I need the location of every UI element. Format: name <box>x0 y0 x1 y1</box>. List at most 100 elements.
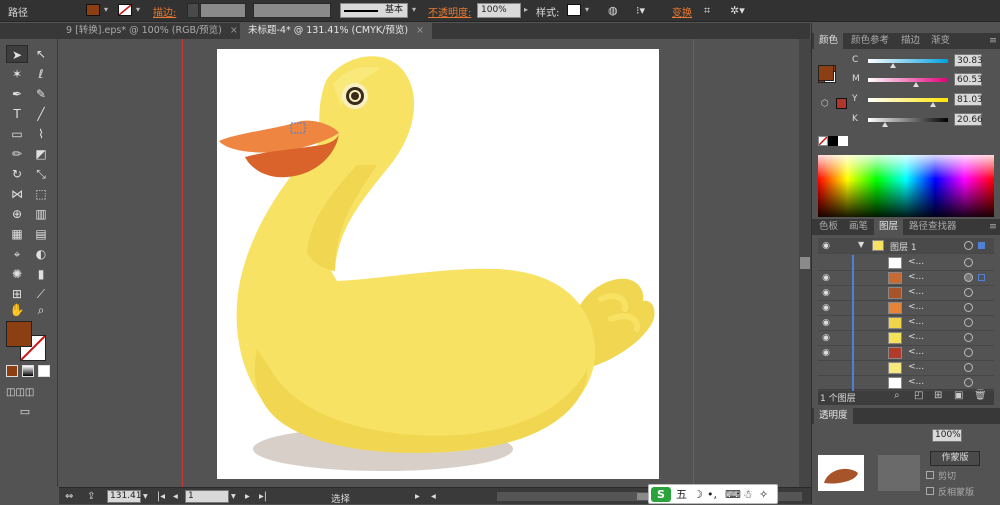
align-icon[interactable]: ⁝▾ <box>636 4 645 17</box>
brush-definition-field[interactable]: 基本 <box>340 3 408 18</box>
scroll-thumb[interactable] <box>800 257 810 269</box>
eye-icon[interactable]: ◉ <box>820 287 832 299</box>
tab-gradient[interactable]: 渐变 <box>926 33 955 49</box>
free-transform-tool-icon[interactable]: ⬚ <box>30 185 52 203</box>
eye-icon[interactable]: ◉ <box>820 302 832 314</box>
make-mask-button[interactable]: 作蒙版 <box>930 451 980 466</box>
eye-icon[interactable] <box>820 362 832 374</box>
color-mode-button[interactable] <box>6 365 18 377</box>
layer-target-icon[interactable] <box>964 318 973 327</box>
new-sublayer-icon[interactable]: ⊞ <box>934 390 942 401</box>
close-icon[interactable]: × <box>416 25 424 36</box>
line-tool-icon[interactable]: ╱ <box>30 105 52 123</box>
white-swatch[interactable] <box>838 136 848 146</box>
export-icon[interactable]: ⇪ <box>87 491 95 502</box>
cyan-slider[interactable] <box>868 59 948 63</box>
layer-target-icon[interactable] <box>964 288 973 297</box>
eraser-tool-icon[interactable]: ◩ <box>30 145 52 163</box>
layer-name[interactable]: <... <box>908 317 924 327</box>
fill-dropdown-icon[interactable]: ▾ <box>102 4 110 16</box>
tab-swatches[interactable]: 色板 <box>814 219 843 235</box>
recolor-icon[interactable]: ◍ <box>608 4 618 17</box>
panel-menu-icon[interactable]: ✲▾ <box>730 4 745 17</box>
tab-color[interactable]: 颜色 <box>814 33 844 49</box>
tools-icon[interactable]: ✧ <box>759 487 768 502</box>
black-swatch[interactable] <box>828 136 838 146</box>
zoom-dropdown-icon[interactable]: ▾ <box>143 491 148 502</box>
status-menu-icon[interactable]: ▸ <box>415 491 420 502</box>
transparency-opacity-field[interactable]: 100% <box>932 429 962 442</box>
tab-pathfinder[interactable]: 路径查找器 <box>904 219 962 235</box>
black-slider[interactable] <box>868 118 948 122</box>
tab-document-1[interactable]: 9 [转换].eps* @ 100% (RGB/预览) × <box>58 23 246 39</box>
clip-mask-icon[interactable]: ◰ <box>914 390 923 401</box>
layer-row[interactable]: <... <box>818 375 994 391</box>
layer-name[interactable]: <... <box>908 362 924 372</box>
layer-target-icon[interactable] <box>964 333 973 342</box>
punct-icon[interactable]: •, <box>707 487 717 502</box>
lasso-tool-icon[interactable]: ℓ <box>30 65 52 83</box>
direct-selection-tool-icon[interactable]: ↖ <box>30 45 52 63</box>
layer-name[interactable]: <... <box>908 257 924 267</box>
screen-mode-icon[interactable]: ▭ <box>14 403 36 421</box>
blend-tool-icon[interactable]: ◐ <box>30 245 52 263</box>
eye-icon[interactable]: ◉ <box>820 240 832 252</box>
mesh-tool-icon[interactable]: ▦ <box>6 225 28 243</box>
rectangle-tool-icon[interactable]: ▭ <box>6 125 28 143</box>
black-value-field[interactable]: 20.66 <box>954 113 983 126</box>
layer-target-icon[interactable] <box>964 303 973 312</box>
new-layer-icon[interactable]: ▣ <box>954 390 963 401</box>
hand-tool-icon[interactable]: ✋ <box>6 301 28 319</box>
pen-tool-icon[interactable]: ✒ <box>6 85 28 103</box>
duck-illustration[interactable] <box>217 49 659 479</box>
gradient-mode-button[interactable] <box>22 365 34 377</box>
close-icon[interactable]: × <box>230 25 238 36</box>
layer-row[interactable]: ◉ <... <box>818 315 994 331</box>
yellow-slider[interactable] <box>868 98 948 102</box>
moon-icon[interactable]: ☽ <box>693 487 703 502</box>
layer-name[interactable]: <... <box>908 272 924 282</box>
layer-target-icon[interactable] <box>964 378 973 387</box>
tab-layers[interactable]: 图层 <box>874 219 904 235</box>
artboard[interactable] <box>217 49 659 479</box>
pencil-tool-icon[interactable]: ✏ <box>6 145 28 163</box>
magenta-slider-knob[interactable] <box>913 82 920 87</box>
layer-name[interactable]: <... <box>908 347 924 357</box>
symbol-sprayer-tool-icon[interactable]: ✺ <box>6 265 28 283</box>
eye-icon[interactable]: ◉ <box>820 347 832 359</box>
rotate-tool-icon[interactable]: ↻ <box>6 165 28 183</box>
paintbrush-tool-icon[interactable]: ⌇ <box>30 125 52 143</box>
cyan-value-field[interactable]: 30.83 <box>954 54 983 67</box>
eye-icon[interactable]: ◉ <box>820 317 832 329</box>
magenta-slider[interactable] <box>868 78 948 82</box>
keyboard-icon[interactable]: ⌨ <box>725 487 741 502</box>
selection-indicator[interactable] <box>978 274 985 281</box>
eye-icon[interactable] <box>820 377 832 389</box>
column-graph-tool-icon[interactable]: ▮ <box>30 265 52 283</box>
yellow-slider-knob[interactable] <box>929 102 936 107</box>
artboard-dropdown-icon[interactable]: ▾ <box>231 491 236 502</box>
eye-icon[interactable]: ◉ <box>820 272 832 284</box>
magic-wand-tool-icon[interactable]: ✶ <box>6 65 28 83</box>
first-artboard-icon[interactable]: |◂ <box>157 491 165 502</box>
disclosure-triangle-icon[interactable]: ▼ <box>858 240 864 249</box>
tab-transparency[interactable]: 透明度 <box>814 408 853 424</box>
layer-target-icon[interactable] <box>964 348 973 357</box>
tab-color-guide[interactable]: 颜色参考 <box>846 33 894 49</box>
zoom-field[interactable]: 131.41 <box>107 490 142 503</box>
variable-width-profile[interactable] <box>253 3 331 18</box>
shape-builder-tool-icon[interactable]: ⊕ <box>6 205 28 223</box>
layer-name[interactable]: <... <box>908 287 924 297</box>
stroke-weight-stepper[interactable] <box>187 3 199 18</box>
layer-row[interactable]: ◉ <... <box>818 330 994 346</box>
tab-document-2[interactable]: 未标题-4* @ 131.41% (CMYK/预览) × <box>240 23 432 39</box>
layer-row-parent[interactable]: ◉ ▼ 图层 1 <box>818 238 994 254</box>
eye-icon[interactable]: ◉ <box>820 332 832 344</box>
type-tool-icon[interactable]: T <box>6 105 28 123</box>
zoom-tool-icon[interactable]: ⌕ <box>30 301 52 319</box>
layer-target-icon[interactable] <box>964 363 973 372</box>
stroke-label[interactable]: 描边: <box>153 4 176 19</box>
layer-name[interactable]: <... <box>908 332 924 342</box>
eye-icon[interactable] <box>820 257 832 269</box>
layer-row[interactable]: ◉ <... <box>818 285 994 301</box>
